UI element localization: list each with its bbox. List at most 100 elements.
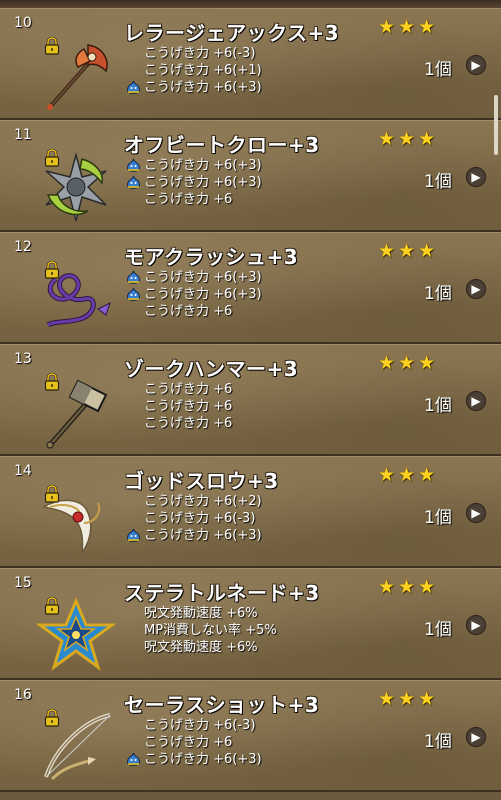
item-count: 1個: [424, 60, 452, 80]
stat-line: こうげき力 +6(+2): [124, 493, 262, 510]
star-icon: ★: [378, 688, 396, 710]
stat-text: こうげき力 +6(+3): [144, 80, 262, 95]
item-count: 1個: [424, 508, 452, 528]
star-icon: ★: [398, 128, 416, 150]
item-row[interactable]: 15 ステラトルネード+3 ★ ★ ★ 呪文発動速度 +6% MP消費しない率 +5% 呪文発…: [0, 568, 501, 680]
stat-line: こうげき力 +6(+3): [124, 527, 262, 544]
stat-text: MP消費しない率 +5%: [144, 623, 277, 638]
lock-icon[interactable]: [44, 148, 60, 167]
stat-line: こうげき力 +6(-3): [124, 510, 262, 527]
stat-text: こうげき力 +6(-3): [144, 718, 256, 733]
item-row[interactable]: 14 ゴッドスロウ+3 ★ ★ ★ こうげき力 +6(+2) こうげき力 +6(-3) こうげ…: [0, 456, 501, 568]
stat-line: こうげき力 +6: [124, 415, 232, 432]
stat-text: こうげき力 +6(-3): [144, 511, 256, 526]
slime-icon: [126, 175, 141, 190]
stat-text: こうげき力 +6: [144, 382, 233, 397]
chevron-right-icon[interactable]: ▶: [466, 391, 486, 411]
stat-text: 呪文発動速度 +6%: [144, 606, 258, 621]
slime-icon: [126, 528, 141, 543]
star-rating: ★ ★ ★: [378, 578, 435, 597]
star-icon: ★: [378, 464, 396, 486]
star-rating: ★ ★ ★: [378, 690, 435, 709]
stat-line: こうげき力 +6: [124, 381, 232, 398]
stat-list: こうげき力 +6(-3) こうげき力 +6(+1) こうげき力 +6(+3): [124, 45, 262, 96]
lock-icon[interactable]: [44, 484, 60, 503]
chevron-right-icon[interactable]: ▶: [466, 615, 486, 635]
lock-icon[interactable]: [44, 372, 60, 391]
item-name: ゾークハンマー+3: [124, 357, 299, 381]
stat-line: こうげき力 +6(+3): [124, 269, 262, 286]
star-icon: ★: [418, 352, 436, 374]
stat-text: こうげき力 +6(+3): [144, 175, 262, 190]
star-icon: ★: [418, 240, 436, 262]
slime-icon: [126, 158, 141, 173]
chevron-right-icon[interactable]: ▶: [466, 503, 486, 523]
stat-list: こうげき力 +6 こうげき力 +6 こうげき力 +6: [124, 381, 232, 432]
stat-text: こうげき力 +6: [144, 735, 233, 750]
item-name: ゴッドスロウ+3: [124, 469, 279, 493]
chevron-right-icon[interactable]: ▶: [466, 727, 486, 747]
stat-line: こうげき力 +6(+1): [124, 62, 262, 79]
stat-list: こうげき力 +6(+2) こうげき力 +6(-3) こうげき力 +6(+3): [124, 493, 262, 544]
stat-list: こうげき力 +6(+3) こうげき力 +6(+3) こうげき力 +6: [124, 157, 262, 208]
scrollbar[interactable]: [494, 95, 498, 155]
stat-line: こうげき力 +6(-3): [124, 45, 262, 62]
star-icon: ★: [378, 576, 396, 598]
stat-line: こうげき力 +6(+3): [124, 286, 262, 303]
item-number: 16: [14, 687, 32, 703]
star-rating: ★ ★ ★: [378, 466, 435, 485]
slime-icon: [126, 287, 141, 302]
item-row[interactable]: 10 レラージェアックス+3 ★ ★ ★ こうげき力 +6(-3) こうげき力 +6(+1)…: [0, 8, 501, 120]
slime-icon: [126, 270, 141, 285]
stat-line: 呪文発動速度 +6%: [124, 605, 277, 622]
stat-text: こうげき力 +6(+1): [144, 63, 262, 78]
star-icon: ★: [398, 464, 416, 486]
chevron-right-icon[interactable]: ▶: [466, 279, 486, 299]
lock-icon[interactable]: [44, 596, 60, 615]
stat-text: こうげき力 +6: [144, 304, 233, 319]
item-count: 1個: [424, 396, 452, 416]
stat-list: こうげき力 +6(+3) こうげき力 +6(+3) こうげき力 +6: [124, 269, 262, 320]
stat-list: こうげき力 +6(-3) こうげき力 +6 こうげき力 +6(+3): [124, 717, 262, 768]
lock-icon[interactable]: [44, 36, 60, 55]
slime-icon: [126, 80, 141, 95]
star-icon: ★: [418, 576, 436, 598]
stat-text: こうげき力 +6(+3): [144, 270, 262, 285]
star-rating: ★ ★ ★: [378, 242, 435, 261]
chevron-right-icon[interactable]: ▶: [466, 55, 486, 75]
item-name: ステラトルネード+3: [124, 581, 320, 605]
stat-text: こうげき力 +6(+3): [144, 158, 262, 173]
stat-text: こうげき力 +6(+3): [144, 752, 262, 767]
stat-text: こうげき力 +6(+2): [144, 494, 262, 509]
slime-icon: [126, 752, 141, 767]
item-count: 1個: [424, 620, 452, 640]
item-number: 10: [14, 15, 32, 31]
stat-text: こうげき力 +6: [144, 192, 233, 207]
stat-line: こうげき力 +6: [124, 191, 262, 208]
lock-icon[interactable]: [44, 708, 60, 727]
star-icon: ★: [398, 16, 416, 38]
chevron-right-icon[interactable]: ▶: [466, 167, 486, 187]
item-name: セーラスショット+3: [124, 693, 320, 717]
stat-list: 呪文発動速度 +6% MP消費しない率 +5% 呪文発動速度 +6%: [124, 605, 277, 656]
star-icon: ★: [378, 240, 396, 262]
item-list: 10 レラージェアックス+3 ★ ★ ★ こうげき力 +6(-3) こうげき力 +6(+1)…: [0, 8, 501, 792]
item-name: オフビートクロー+3: [124, 133, 320, 157]
star-rating: ★ ★ ★: [378, 130, 435, 149]
star-icon: ★: [398, 352, 416, 374]
star-icon: ★: [378, 352, 396, 374]
star-rating: ★ ★ ★: [378, 354, 435, 373]
item-row[interactable]: 16 セーラスショット+3 ★ ★ ★ こうげき力 +6(-3) こうげき力 +6 こうげき力…: [0, 680, 501, 792]
star-icon: ★: [378, 128, 396, 150]
stat-line: こうげき力 +6: [124, 734, 262, 751]
stat-line: こうげき力 +6(-3): [124, 717, 262, 734]
star-icon: ★: [398, 240, 416, 262]
stat-text: こうげき力 +6: [144, 399, 233, 414]
stat-line: こうげき力 +6(+3): [124, 174, 262, 191]
item-row[interactable]: 12 モアクラッシュ+3 ★ ★ ★ こうげき力 +6(+3) こうげき力 +6(+3) こう…: [0, 232, 501, 344]
stat-line: 呪文発動速度 +6%: [124, 639, 277, 656]
item-row[interactable]: 11 オフビートクロー+3 ★ ★ ★ こうげき力 +6(+3) こうげき力 +6(+3) こ…: [0, 120, 501, 232]
star-icon: ★: [418, 464, 436, 486]
item-row[interactable]: 13 ゾークハンマー+3 ★ ★ ★ こうげき力 +6 こうげき力 +6 こうげき力 +6 1個…: [0, 344, 501, 456]
lock-icon[interactable]: [44, 260, 60, 279]
